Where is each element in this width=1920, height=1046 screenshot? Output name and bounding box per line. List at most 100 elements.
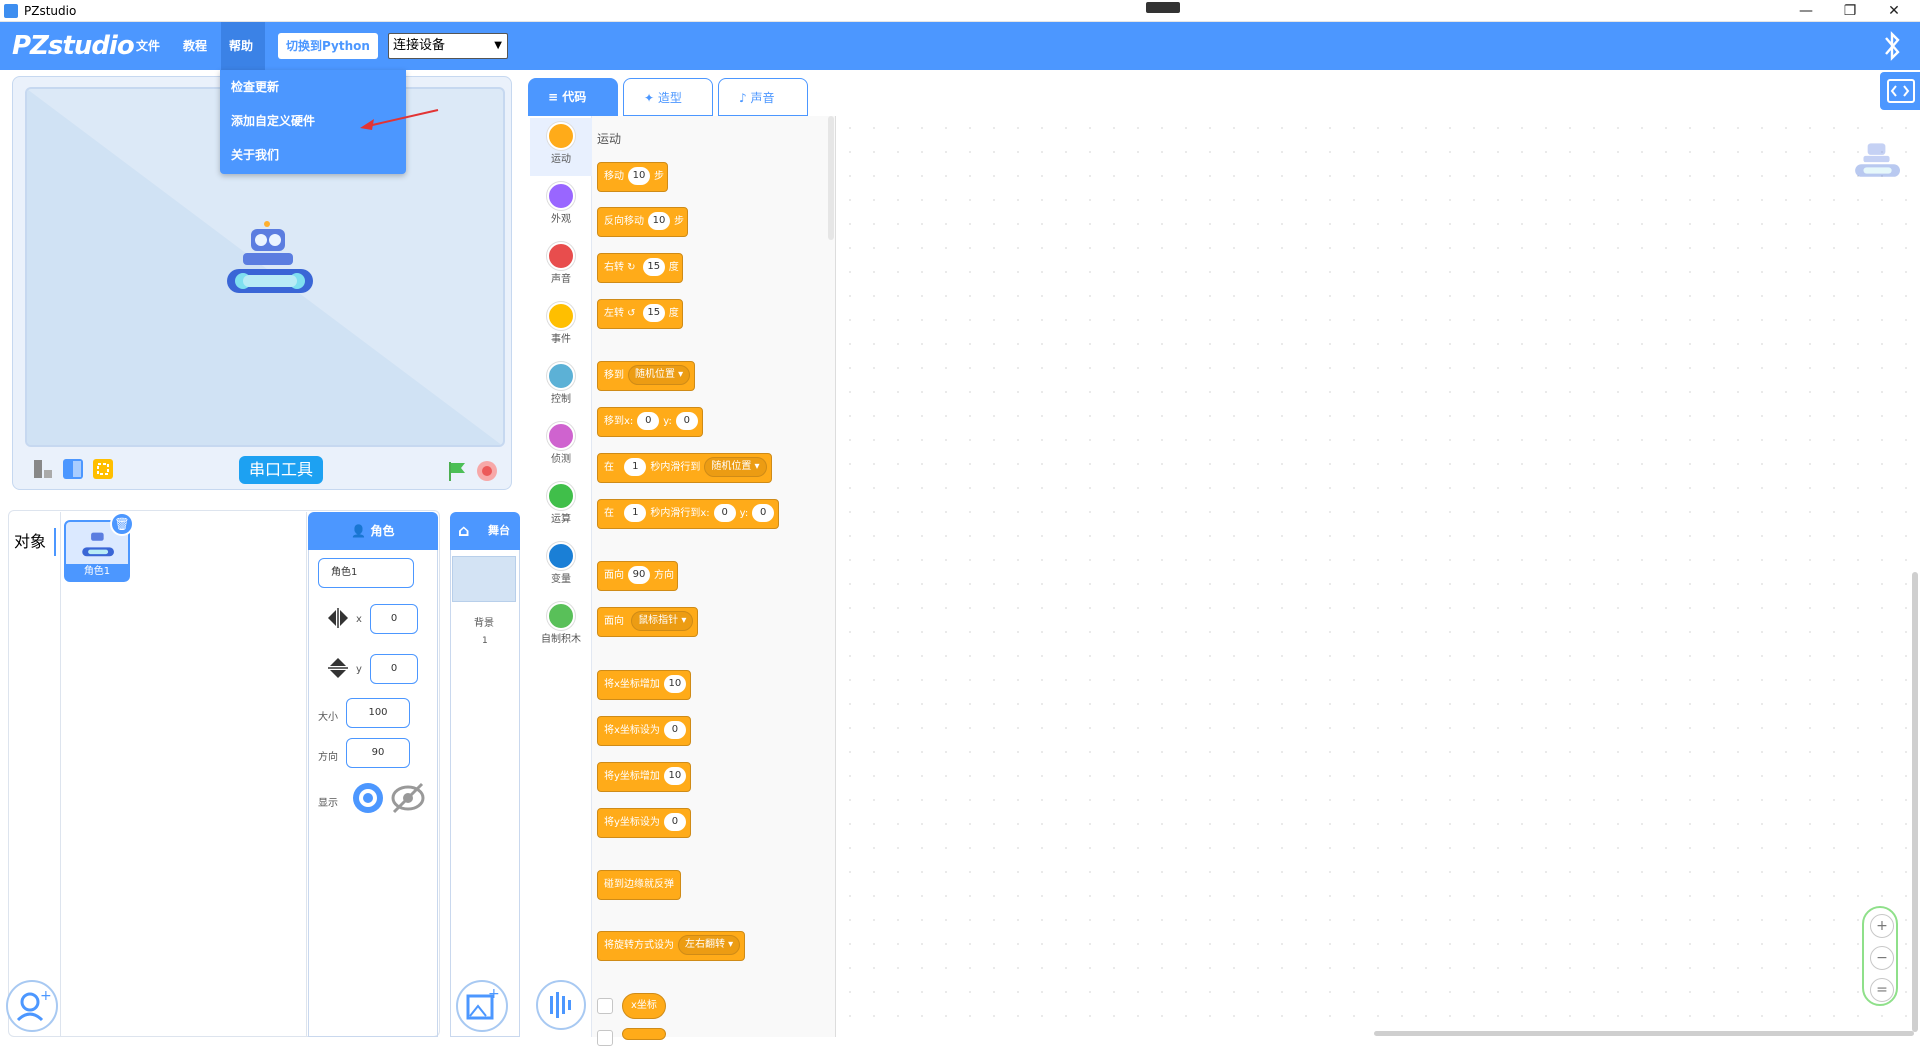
close-button[interactable]: ✕ bbox=[1872, 0, 1916, 22]
block-goto[interactable]: 移到 随机位置 ▾ bbox=[597, 361, 696, 391]
block-rotation-style[interactable]: 将旋转方式设为 左右翻转 ▾ bbox=[597, 931, 746, 961]
workspace-vertical-scrollbar[interactable] bbox=[1912, 572, 1918, 1032]
block-point-towards[interactable]: 面向 鼠标指针 ▾ bbox=[597, 607, 699, 637]
block-input[interactable]: 10 bbox=[648, 212, 670, 230]
zoom-out-icon[interactable]: − bbox=[1870, 946, 1894, 970]
block-set-y[interactable]: 将y坐标设为 0 bbox=[597, 808, 691, 838]
add-sprite-icon: + bbox=[16, 988, 52, 1022]
small-stage-icon[interactable] bbox=[31, 457, 55, 481]
ypos-checkbox[interactable] bbox=[597, 1030, 613, 1046]
tab-code[interactable]: ≡ 代码 bbox=[528, 78, 618, 116]
restore-button[interactable]: ❐ bbox=[1828, 0, 1872, 22]
extensions-button[interactable] bbox=[536, 980, 586, 1030]
block-input[interactable]: 0 bbox=[663, 721, 686, 739]
block-input[interactable]: 0 bbox=[675, 412, 698, 430]
y-input[interactable]: 0 bbox=[370, 654, 418, 684]
category-sound[interactable]: 声音 bbox=[530, 238, 592, 296]
category-sensing[interactable]: 侦测 bbox=[530, 418, 592, 476]
category-variables[interactable]: 变量 bbox=[530, 538, 592, 596]
category-looks[interactable]: 外观 bbox=[530, 178, 592, 236]
eye-hidden-icon[interactable] bbox=[390, 782, 426, 814]
category-events-label: 事件 bbox=[551, 334, 571, 345]
block-goto-xy[interactable]: 移到x: 0 y: 0 bbox=[597, 407, 703, 437]
sprite-name: 角色1 bbox=[66, 564, 128, 580]
block-bounce[interactable]: 碰到边缘就反弹 bbox=[597, 870, 681, 900]
block-input[interactable]: 0 bbox=[713, 504, 736, 522]
block-text: 在 bbox=[604, 462, 614, 473]
tab-costume[interactable]: ✦ 造型 bbox=[623, 78, 713, 116]
block-y-position[interactable] bbox=[622, 1028, 666, 1040]
block-input[interactable]: 10 bbox=[663, 675, 686, 693]
block-glide[interactable]: 在 1 秒内滑行到 随机位置 ▾ bbox=[597, 453, 772, 483]
block-text: 反向移动 bbox=[604, 216, 644, 227]
zoom-in-icon[interactable]: + bbox=[1870, 914, 1894, 938]
direction-input[interactable]: 90 bbox=[346, 738, 410, 768]
block-input[interactable]: 0 bbox=[663, 813, 686, 831]
block-point-direction[interactable]: 面向 90 方向 bbox=[597, 561, 679, 591]
block-change-x[interactable]: 将x坐标增加 10 bbox=[597, 670, 691, 700]
size-input[interactable]: 100 bbox=[346, 698, 410, 728]
block-input[interactable]: 10 bbox=[628, 167, 650, 185]
role-tab[interactable]: 👤 角色 bbox=[308, 512, 438, 550]
xpos-checkbox[interactable] bbox=[597, 998, 613, 1014]
menu-check-update[interactable]: 检查更新 bbox=[220, 70, 406, 104]
block-change-y[interactable]: 将y坐标增加 10 bbox=[597, 762, 691, 792]
backdrop-thumbnail[interactable] bbox=[452, 556, 516, 602]
category-operators[interactable]: 运算 bbox=[530, 478, 592, 536]
menu-file[interactable]: 文件 bbox=[128, 22, 168, 70]
block-dropdown[interactable]: 随机位置 ▾ bbox=[704, 457, 767, 477]
device-select[interactable]: 连接设备 ▼ bbox=[388, 33, 508, 59]
drag-handle[interactable] bbox=[1146, 2, 1180, 13]
block-text: 将x坐标增加 bbox=[604, 679, 660, 690]
block-dropdown[interactable]: 随机位置 ▾ bbox=[628, 365, 691, 385]
menu-about-us[interactable]: 关于我们 bbox=[220, 138, 406, 172]
block-move[interactable]: 移动 10 步 bbox=[597, 162, 669, 192]
stage-tab[interactable]: ⌂ 舞台 bbox=[450, 512, 520, 550]
serial-tool-button[interactable]: 串口工具 bbox=[239, 456, 323, 484]
bluetooth-icon[interactable] bbox=[1880, 28, 1904, 64]
large-stage-icon[interactable] bbox=[61, 457, 85, 481]
eye-icon[interactable] bbox=[350, 782, 386, 814]
block-turn-right[interactable]: 右转 ↻ 15 度 bbox=[597, 253, 683, 283]
stop-icon[interactable] bbox=[475, 459, 499, 483]
block-input[interactable]: 15 bbox=[642, 304, 665, 322]
block-input[interactable]: 10 bbox=[663, 767, 686, 785]
x-input[interactable]: 0 bbox=[370, 604, 418, 634]
palette-scrollbar[interactable] bbox=[828, 116, 834, 240]
block-input[interactable]: 0 bbox=[637, 412, 660, 430]
tab-sound[interactable]: ♪ 声音 bbox=[718, 78, 808, 116]
fullscreen-icon[interactable] bbox=[91, 457, 115, 481]
block-dropdown[interactable]: 左右翻转 ▾ bbox=[678, 935, 741, 955]
show-label: 显示 bbox=[318, 798, 338, 809]
block-input[interactable]: 1 bbox=[624, 504, 647, 522]
trash-icon[interactable]: 🗑 bbox=[110, 512, 134, 536]
menu-tutorial[interactable]: 教程 bbox=[175, 22, 215, 70]
zoom-reset-icon[interactable]: = bbox=[1870, 978, 1894, 1002]
block-dropdown[interactable]: 鼠标指针 ▾ bbox=[631, 611, 694, 631]
switch-python-button[interactable]: 切换到Python bbox=[278, 33, 378, 59]
block-x-position[interactable]: x坐标 bbox=[622, 993, 666, 1019]
block-set-x[interactable]: 将x坐标设为 0 bbox=[597, 716, 691, 746]
category-control[interactable]: 控制 bbox=[530, 358, 592, 416]
category-my-blocks[interactable]: 自制积木 bbox=[530, 598, 592, 656]
sprite-name-input[interactable]: 角色1 bbox=[318, 558, 414, 588]
block-input[interactable]: 90 bbox=[628, 566, 650, 584]
add-backdrop-button[interactable]: + bbox=[456, 980, 508, 1032]
block-turn-left[interactable]: 左转 ↺ 15 度 bbox=[597, 299, 683, 329]
block-input[interactable]: 15 bbox=[642, 258, 665, 276]
code-view-toggle[interactable] bbox=[1880, 72, 1920, 110]
category-motion[interactable]: 运动 bbox=[530, 118, 592, 176]
block-reverse-move[interactable]: 反向移动 10 步 bbox=[597, 207, 689, 237]
block-glide-xy[interactable]: 在 1 秒内滑行到x: 0 y: 0 bbox=[597, 499, 780, 529]
add-sprite-button[interactable]: + bbox=[6, 980, 58, 1032]
block-input[interactable]: 1 bbox=[624, 458, 647, 476]
robot-sprite-icon[interactable] bbox=[221, 219, 313, 295]
menu-help[interactable]: 帮助 bbox=[221, 22, 265, 70]
device-select-value: 连接设备 bbox=[393, 38, 446, 53]
minimize-button[interactable]: — bbox=[1784, 0, 1828, 22]
workspace-horizontal-scrollbar[interactable] bbox=[1374, 1031, 1914, 1036]
code-workspace[interactable] bbox=[838, 116, 1920, 1037]
category-events[interactable]: 事件 bbox=[530, 298, 592, 356]
green-flag-icon[interactable] bbox=[445, 459, 469, 483]
block-input[interactable]: 0 bbox=[752, 504, 775, 522]
